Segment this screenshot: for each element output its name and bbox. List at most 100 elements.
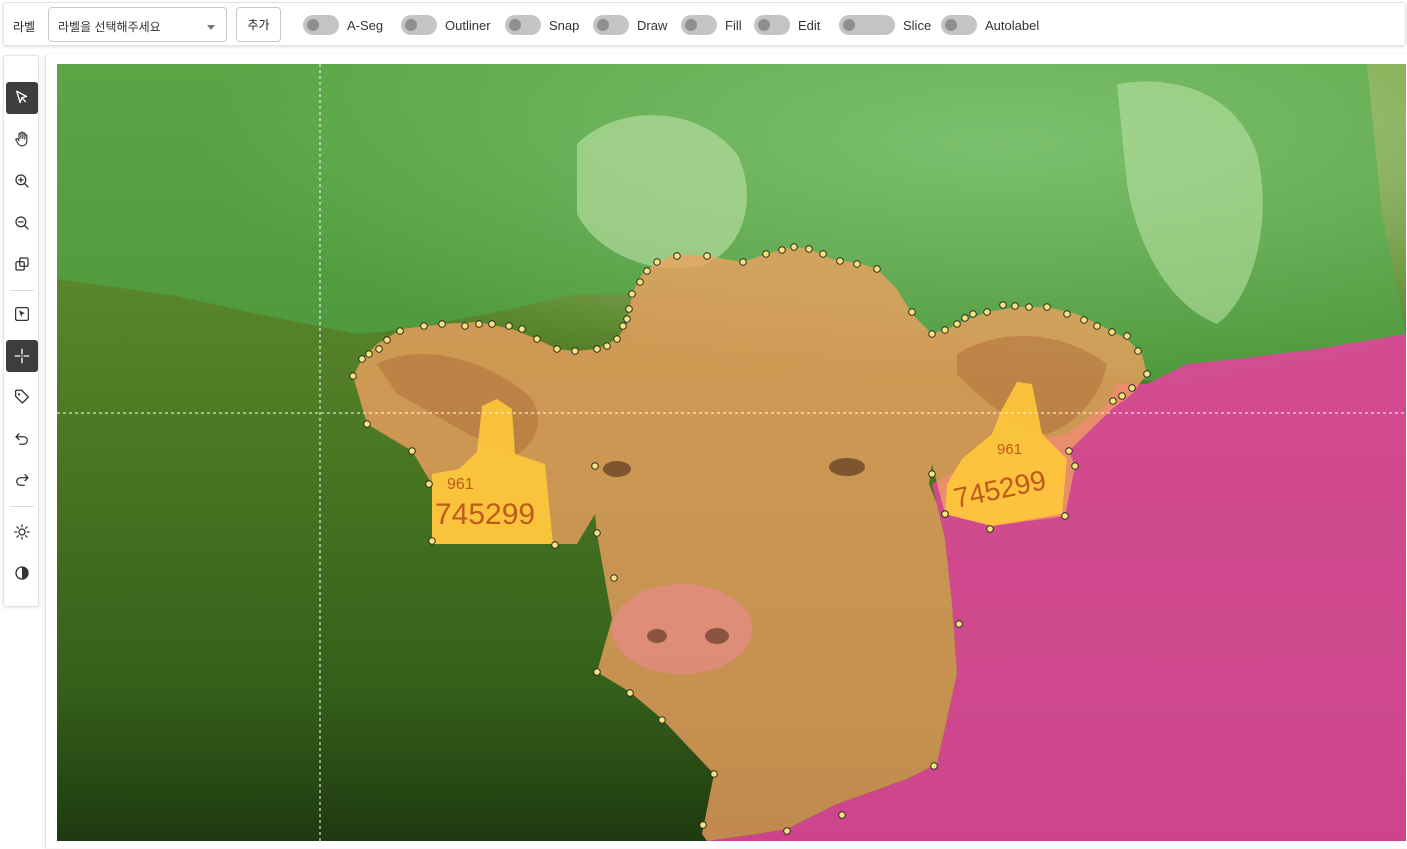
polygon-vertex-handle[interactable]: [928, 470, 936, 478]
polygon-vertex-handle[interactable]: [475, 320, 483, 328]
toggle-snap[interactable]: Snap: [505, 15, 579, 35]
polygon-vertex-handle[interactable]: [593, 345, 601, 353]
polygon-vertex-handle[interactable]: [653, 258, 661, 266]
polygon-vertex-handle[interactable]: [438, 320, 446, 328]
polygon-vertex-handle[interactable]: [838, 811, 846, 819]
polygon-vertex-handle[interactable]: [593, 529, 601, 537]
polygon-vertex-handle[interactable]: [999, 301, 1007, 309]
redo-tool[interactable]: [6, 464, 38, 496]
a-seg-switch[interactable]: [303, 15, 339, 35]
polygon-vertex-handle[interactable]: [986, 525, 994, 533]
hand-tool[interactable]: [6, 123, 38, 155]
polygon-vertex-handle[interactable]: [358, 355, 366, 363]
polygon-vertex-handle[interactable]: [505, 322, 513, 330]
polygon-vertex-handle[interactable]: [1134, 347, 1142, 355]
polygon-vertex-handle[interactable]: [739, 258, 747, 266]
polygon-vertex-handle[interactable]: [636, 278, 644, 286]
polygon-vertex-handle[interactable]: [461, 322, 469, 330]
add-label-button[interactable]: 추가: [236, 7, 281, 42]
zoom-out-tool[interactable]: [6, 207, 38, 239]
polygon-vertex-handle[interactable]: [613, 335, 621, 343]
polygon-vertex-handle[interactable]: [762, 250, 770, 258]
polygon-vertex-handle[interactable]: [1080, 316, 1088, 324]
polygon-vertex-handle[interactable]: [619, 322, 627, 330]
toggle-outliner[interactable]: Outliner: [401, 15, 491, 35]
polygon-vertex-handle[interactable]: [593, 668, 601, 676]
polygon-vertex-handle[interactable]: [1011, 302, 1019, 310]
polygon-vertex-handle[interactable]: [553, 345, 561, 353]
polygon-vertex-handle[interactable]: [591, 462, 599, 470]
polygon-vertex-handle[interactable]: [408, 447, 416, 455]
contrast-tool[interactable]: [6, 557, 38, 589]
polygon-vertex-handle[interactable]: [375, 345, 383, 353]
slice-switch[interactable]: [839, 15, 895, 35]
polygon-vertex-handle[interactable]: [1118, 392, 1126, 400]
autolabel-switch[interactable]: [941, 15, 977, 35]
polygon-vertex-handle[interactable]: [349, 372, 357, 380]
polygon-vertex-handle[interactable]: [363, 420, 371, 428]
toggle-slice[interactable]: Slice: [839, 15, 931, 35]
pointer-tool[interactable]: [6, 82, 38, 114]
crosshair-tool[interactable]: [6, 340, 38, 372]
snap-switch[interactable]: [505, 15, 541, 35]
polygon-vertex-handle[interactable]: [1108, 328, 1116, 336]
toggle-fill[interactable]: Fill: [681, 15, 742, 35]
polygon-vertex-handle[interactable]: [383, 336, 391, 344]
polygon-vertex-handle[interactable]: [819, 250, 827, 258]
polygon-vertex-handle[interactable]: [365, 350, 373, 358]
polygon-vertex-handle[interactable]: [955, 620, 963, 628]
polygon-vertex-handle[interactable]: [710, 770, 718, 778]
polygon-vertex-handle[interactable]: [603, 342, 611, 350]
polygon-vertex-handle[interactable]: [396, 327, 404, 335]
fill-switch[interactable]: [681, 15, 717, 35]
toggle-draw[interactable]: Draw: [593, 15, 667, 35]
polygon-vertex-handle[interactable]: [626, 689, 634, 697]
polygon-vertex-handle[interactable]: [790, 243, 798, 251]
polygon-vertex-handle[interactable]: [836, 257, 844, 265]
polygon-vertex-handle[interactable]: [1093, 322, 1101, 330]
brightness-tool[interactable]: [6, 516, 38, 548]
polygon-vertex-handle[interactable]: [571, 347, 579, 355]
polygon-vertex-handle[interactable]: [1065, 447, 1073, 455]
polygon-vertex-handle[interactable]: [428, 537, 436, 545]
polygon-vertex-handle[interactable]: [853, 260, 861, 268]
polygon-vertex-handle[interactable]: [420, 322, 428, 330]
polygon-vertex-handle[interactable]: [930, 762, 938, 770]
polygon-vertex-handle[interactable]: [518, 325, 526, 333]
edit-switch[interactable]: [754, 15, 790, 35]
polygon-vertex-handle[interactable]: [628, 290, 636, 298]
polygon-vertex-handle[interactable]: [805, 245, 813, 253]
polygon-vertex-handle[interactable]: [610, 574, 618, 582]
toggle-a-seg[interactable]: A-Seg: [303, 15, 383, 35]
polygon-vertex-handle[interactable]: [961, 314, 969, 322]
polygon-vertex-handle[interactable]: [783, 827, 791, 835]
polygon-vertex-handle[interactable]: [1061, 512, 1069, 520]
polygon-vertex-handle[interactable]: [658, 716, 666, 724]
polygon-vertex-handle[interactable]: [623, 315, 631, 323]
annotation-canvas[interactable]: 961 745299 961 745299: [57, 64, 1406, 841]
polygon-vertex-handle[interactable]: [1123, 332, 1131, 340]
toggle-edit[interactable]: Edit: [754, 15, 820, 35]
polygon-vertex-handle[interactable]: [873, 265, 881, 273]
outliner-switch[interactable]: [401, 15, 437, 35]
polygon-vertex-handle[interactable]: [941, 326, 949, 334]
polygon-vertex-handle[interactable]: [953, 320, 961, 328]
polygon-vertex-handle[interactable]: [673, 252, 681, 260]
polygon-vertex-handle[interactable]: [625, 305, 633, 313]
polygon-vertex-handle[interactable]: [551, 541, 559, 549]
polygon-vertex-handle[interactable]: [928, 330, 936, 338]
polygon-vertex-handle[interactable]: [488, 320, 496, 328]
undo-tool[interactable]: [6, 423, 38, 455]
select-box-tool[interactable]: [6, 298, 38, 330]
polygon-vertex-handle[interactable]: [699, 821, 707, 829]
copy-layers-tool[interactable]: [6, 248, 38, 280]
toggle-autolabel[interactable]: Autolabel: [941, 15, 1039, 35]
polygon-vertex-handle[interactable]: [778, 246, 786, 254]
polygon-vertex-handle[interactable]: [1109, 397, 1117, 405]
polygon-vertex-handle[interactable]: [1025, 303, 1033, 311]
polygon-vertex-handle[interactable]: [425, 480, 433, 488]
zoom-in-tool[interactable]: [6, 165, 38, 197]
polygon-vertex-handle[interactable]: [533, 335, 541, 343]
polygon-vertex-handle[interactable]: [1063, 310, 1071, 318]
label-select[interactable]: 라벨을 선택해주세요: [48, 7, 227, 42]
